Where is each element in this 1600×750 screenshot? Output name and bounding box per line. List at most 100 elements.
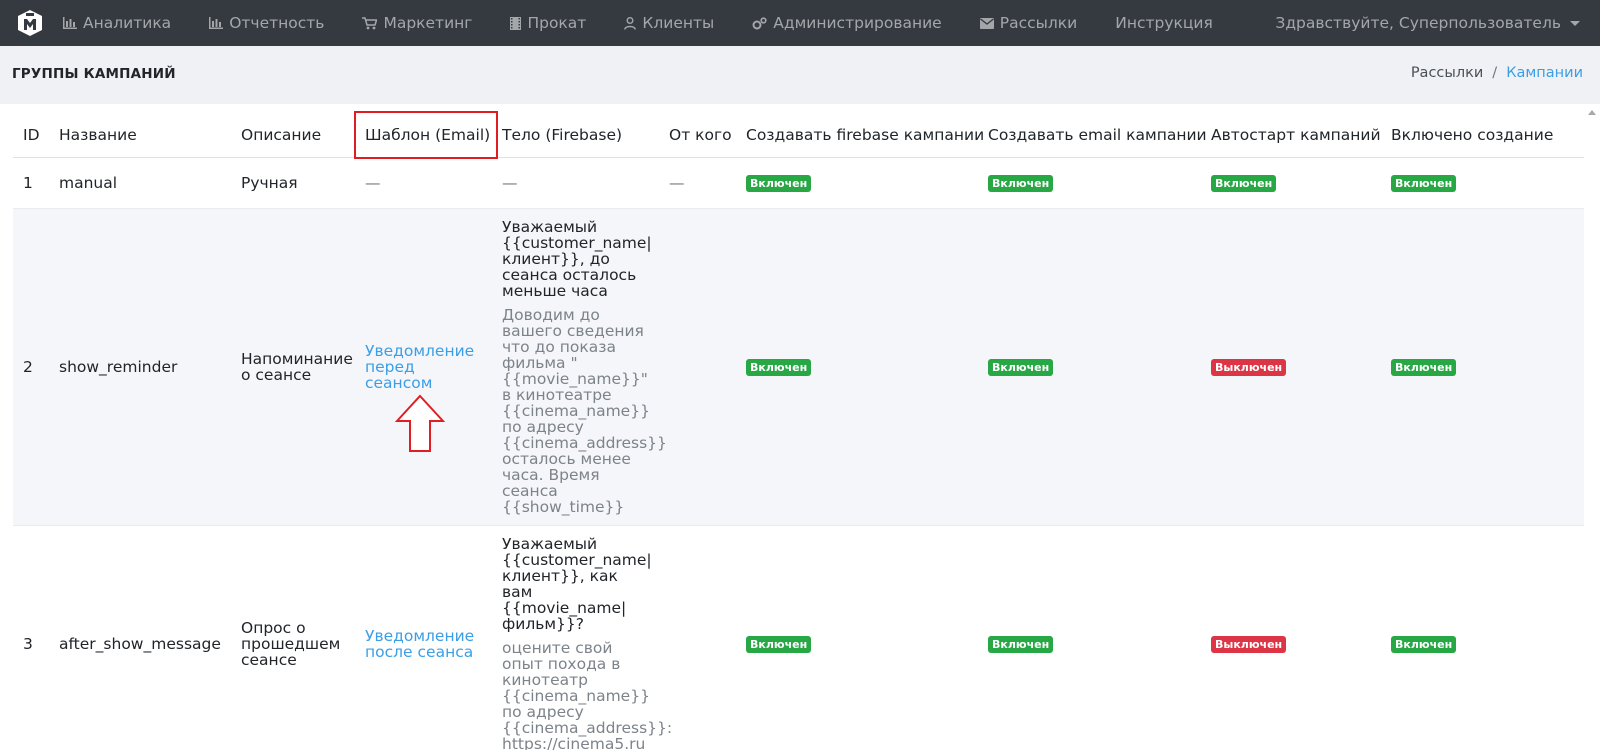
column-header-create-firebase[interactable]: Создавать firebase кампании [736,104,984,158]
status-badge: Включен [988,358,1054,376]
nav-item-marketing[interactable]: Маркетинг [343,0,491,46]
cell-name: manual [49,156,231,208]
firebase-body-title: Уважаемый {{customer_name| клиент}}, до … [502,217,652,300]
cell-firebase-body: — [492,156,659,208]
breadcrumb-item-campaigns[interactable]: Кампании [1506,65,1583,81]
nav-item-label: Аналитика [83,14,172,32]
cell-template: — [355,156,492,208]
page-header: ГРУППЫ КАМПАНИЙ Рассылки / Кампании [0,46,1600,104]
cell-autostart: Выключен [1201,524,1381,750]
column-header-create-email[interactable]: Создавать email кампании [978,104,1207,158]
campaign-groups-table: ID Название Описание Шаблон (Email) Тело… [13,104,1584,750]
status-badge: Выключен [1211,358,1287,376]
status-badge: Включен [988,174,1054,192]
nav-item-label: Маркетинг [383,14,473,32]
status-badge: Выключен [1211,635,1287,653]
nav-item-label: Клиенты [642,14,715,32]
column-header-autostart[interactable]: Автостарт кампаний [1201,104,1381,158]
status-badge: Включен [746,358,812,376]
cell-create-email: Включен [978,207,1201,525]
cell-create-email: Включен [978,156,1201,208]
column-header-email-template[interactable]: Шаблон (Email) [354,104,498,159]
breadcrumb-item-mailings[interactable]: Рассылки [1411,65,1483,81]
column-header-description[interactable]: Описание [231,104,355,158]
nav-item-label: Инструкция [1115,14,1213,32]
bar-chart-icon [63,17,77,29]
nav-item-label: Рассылки [999,14,1078,32]
status-badge: Включен [1391,635,1457,653]
cell-firebase-body: Уважаемый {{customer_name| клиент}}, как… [492,524,673,750]
column-header-enabled-creation[interactable]: Включено создание [1381,104,1584,158]
cell-create-email: Включен [978,524,1201,750]
column-header-name[interactable]: Название [49,104,231,158]
scroll-up-arrow-icon[interactable] [1588,110,1596,115]
cell-from [659,207,736,525]
status-badge: Включен [1211,174,1277,192]
cell-create-firebase: Включен [736,524,978,750]
nav-item-mailings[interactable]: Рассылки [961,0,1096,46]
cell-template: Уведомление перед сеансом [355,207,492,525]
table-row[interactable]: 2 show_reminder Напоминание о сеансе Уве… [13,207,1584,525]
user-icon [624,16,637,30]
app-logo-icon[interactable] [0,0,60,46]
cell-autostart: Включен [1201,156,1381,208]
chevron-down-icon [1570,20,1580,26]
nav-item-rental[interactable]: Прокат [491,0,605,46]
cell-id: 1 [13,156,49,208]
page-title: ГРУППЫ КАМПАНИЙ [12,66,176,82]
nav-item-instructions[interactable]: Инструкция [1096,0,1232,46]
cell-from: — [659,156,736,208]
column-header-from[interactable]: От кого [659,104,736,158]
gears-icon [752,16,767,29]
table-row[interactable]: 1 manual Ручная — — — Включен Включен Вк… [13,156,1584,208]
status-badge: Включен [746,174,812,192]
firebase-body-title: Уважаемый {{customer_name| клиент}}, как… [502,534,652,633]
status-badge: Включен [988,635,1054,653]
cell-firebase-body: Уважаемый {{customer_name| клиент}}, до … [492,207,667,525]
cell-name: show_reminder [49,207,231,525]
breadcrumb: Рассылки / Кампании [1411,65,1583,81]
nav-item-label: Администрирование [773,14,942,32]
cell-from [659,524,736,750]
cell-id: 2 [13,207,49,525]
film-icon [510,16,522,30]
table-row[interactable]: 3 after_show_message Опрос о прошедшем с… [13,524,1584,750]
cell-id: 3 [13,524,49,750]
status-badge: Включен [1391,174,1457,192]
nav-item-label: Отчетность [229,14,325,32]
table-header-row: ID Название Описание Шаблон (Email) Тело… [13,104,1584,159]
envelope-icon [979,17,994,29]
cell-template: Уведомление после сеанса [355,524,492,750]
breadcrumb-separator: / [1492,65,1498,81]
cell-name: after_show_message [49,524,231,750]
nav-item-reports[interactable]: Отчетность [190,0,343,46]
cell-description: Напоминание о сеансе [231,207,355,525]
firebase-body-text: оцените свой опыт похода в кинотеатр {{c… [502,638,673,750]
cell-create-firebase: Включен [736,156,978,208]
cell-enabled-creation: Включен [1381,207,1584,525]
cell-enabled-creation: Включен [1381,156,1584,208]
column-header-id[interactable]: ID [13,104,49,158]
cell-description: Ручная [231,156,355,208]
column-header-firebase-body[interactable]: Тело (Firebase) [492,104,659,158]
template-link[interactable]: Уведомление после сеанса [365,627,474,661]
annotation-arrow-up-icon [395,394,445,452]
vertical-scrollbar[interactable] [1584,104,1600,750]
nav-item-administration[interactable]: Администрирование [733,0,960,46]
bar-chart-icon [209,17,224,29]
nav-item-label: Прокат [527,14,587,32]
nav-item-clients[interactable]: Клиенты [605,0,733,46]
shopping-cart-icon [362,16,378,29]
cell-enabled-creation: Включен [1381,524,1584,750]
user-greeting: Здравствуйте, Суперпользователь [1275,14,1561,32]
status-badge: Включен [1391,358,1457,376]
cell-description: Опрос о прошедшем сеансе [231,524,355,750]
template-link[interactable]: Уведомление перед сеансом [365,342,474,392]
status-badge: Включен [746,635,812,653]
firebase-body-text: Доводим до вашего сведения что до показа… [502,305,667,516]
user-menu-dropdown[interactable]: Здравствуйте, Суперпользователь [1275,0,1580,46]
cell-autostart: Выключен [1201,207,1381,525]
nav-item-analytics[interactable]: Аналитика [60,0,190,46]
top-navbar: Аналитика Отчетность Маркетинг Прокат Кл… [0,0,1600,46]
campaign-groups-table-container: ID Название Описание Шаблон (Email) Тело… [13,104,1584,750]
